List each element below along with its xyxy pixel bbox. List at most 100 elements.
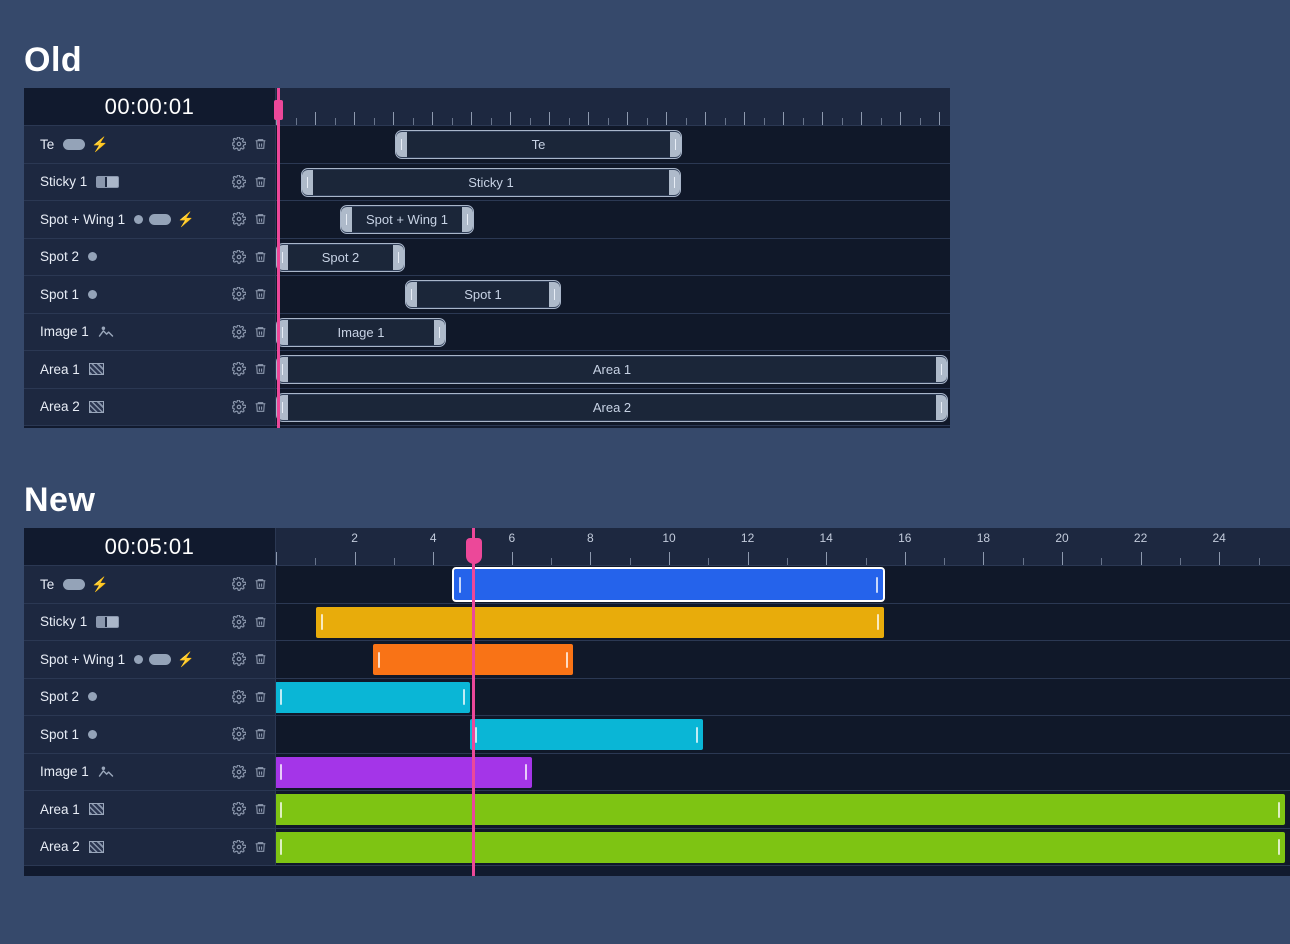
timeline-clip[interactable]: Spot 1 [405, 280, 561, 309]
gear-icon[interactable] [232, 839, 246, 854]
track-lane[interactable] [276, 603, 1290, 640]
track-lane[interactable] [276, 641, 1290, 678]
timeline-clip[interactable]: Sticky 1 [301, 167, 681, 197]
clip-handle-left[interactable] [277, 394, 288, 420]
trash-icon[interactable] [254, 175, 267, 189]
clip-handle-left[interactable] [376, 647, 382, 672]
track-label-area-2[interactable]: Area 2 [24, 388, 276, 425]
track-lane[interactable] [276, 828, 1290, 865]
gear-icon[interactable] [232, 802, 246, 817]
trash-icon[interactable] [254, 287, 267, 301]
track-lane[interactable]: Spot 2 [276, 238, 950, 275]
trash-icon[interactable] [254, 325, 267, 339]
clip-handle-left[interactable] [473, 722, 479, 747]
gear-icon[interactable] [232, 362, 246, 377]
trash-icon[interactable] [254, 727, 267, 741]
timeline-clip[interactable]: Area 2 [276, 392, 948, 422]
timeline-clip[interactable]: Area 1 [276, 355, 948, 384]
trash-icon[interactable] [254, 362, 267, 376]
gear-icon[interactable] [232, 689, 246, 704]
clip-handle-left[interactable] [341, 207, 352, 232]
clip-handle-right[interactable] [1276, 835, 1282, 860]
timeline-clip[interactable] [276, 756, 532, 788]
clip-handle-left[interactable] [457, 572, 463, 597]
clip-handle-right[interactable] [694, 722, 700, 747]
track-lane[interactable] [276, 753, 1290, 790]
trash-icon[interactable] [254, 652, 267, 666]
timeline-ruler-new[interactable]: 2 4 6 8 10 12 14 16 18 20 22 24 [276, 528, 1290, 565]
clip-handle-right[interactable] [393, 244, 404, 270]
gear-icon[interactable] [232, 287, 246, 302]
track-label-spot-2[interactable]: Spot 2 [24, 678, 276, 715]
timeline-clip[interactable]: Spot + Wing 1 [340, 205, 474, 234]
clip-handle-right[interactable] [936, 394, 947, 420]
clip-handle-right[interactable] [669, 169, 680, 195]
track-label-spot-1[interactable]: Spot 1 [24, 276, 276, 313]
gear-icon[interactable] [232, 174, 246, 189]
timeline-clip[interactable]: Te [395, 130, 682, 159]
clip-handle-right[interactable] [1276, 797, 1282, 822]
track-lane[interactable]: Image 1 [276, 313, 950, 350]
trash-icon[interactable] [254, 765, 267, 779]
trash-icon[interactable] [254, 137, 267, 151]
clip-handle-right[interactable] [461, 685, 467, 710]
track-lane[interactable]: Te [276, 126, 950, 163]
clip-handle-left[interactable] [277, 244, 288, 270]
track-label-image-1[interactable]: Image 1 [24, 313, 276, 350]
clip-handle-right[interactable] [434, 319, 445, 345]
timeline-clip[interactable]: Spot 2 [276, 242, 405, 272]
track-label-area-1[interactable]: Area 1 [24, 351, 276, 388]
gear-icon[interactable] [232, 577, 246, 592]
playhead-knob-old[interactable] [274, 100, 283, 120]
track-label-area-1[interactable]: Area 1 [24, 791, 276, 828]
gear-icon[interactable] [232, 764, 246, 779]
clip-handle-right[interactable] [549, 282, 560, 307]
clip-handle-right[interactable] [874, 572, 880, 597]
track-label-image-1[interactable]: Image 1 [24, 753, 276, 790]
clip-handle-right[interactable] [670, 132, 681, 157]
clip-handle-right[interactable] [936, 357, 947, 382]
clip-handle-left[interactable] [406, 282, 417, 307]
gear-icon[interactable] [232, 212, 246, 227]
track-lane[interactable]: Area 1 [276, 351, 950, 388]
track-lane[interactable]: Spot 1 [276, 276, 950, 313]
timeline-clip[interactable] [276, 794, 1285, 825]
timeline-clip[interactable] [452, 567, 885, 602]
timeline-clip[interactable] [276, 831, 1285, 863]
trash-icon[interactable] [254, 615, 267, 629]
clip-handle-right[interactable] [523, 760, 529, 785]
trash-icon[interactable] [254, 400, 267, 414]
track-label-te[interactable]: Te ⚡ [24, 566, 276, 603]
track-lane[interactable] [276, 716, 1290, 753]
clip-handle-left[interactable] [278, 797, 284, 822]
trash-icon[interactable] [254, 250, 267, 264]
track-label-spot-2[interactable]: Spot 2 [24, 238, 276, 275]
timeline-clip[interactable]: Image 1 [276, 317, 446, 347]
trash-icon[interactable] [254, 212, 267, 226]
timeline-clip[interactable] [276, 681, 470, 713]
gear-icon[interactable] [232, 324, 246, 339]
clip-handle-left[interactable] [278, 685, 284, 710]
track-lane[interactable]: Sticky 1 [276, 163, 950, 200]
trash-icon[interactable] [254, 690, 267, 704]
track-label-spot-wing-1[interactable]: Spot + Wing 1 ⚡ [24, 641, 276, 678]
timeline-clip[interactable] [470, 719, 703, 750]
clip-handle-left[interactable] [319, 610, 325, 635]
trash-icon[interactable] [254, 840, 267, 854]
clip-handle-left[interactable] [277, 357, 288, 382]
gear-icon[interactable] [232, 399, 246, 414]
track-lane[interactable] [276, 566, 1290, 603]
gear-icon[interactable] [232, 652, 246, 667]
track-lane[interactable]: Spot + Wing 1 [276, 201, 950, 238]
gear-icon[interactable] [232, 137, 246, 152]
clip-handle-left[interactable] [278, 835, 284, 860]
clip-handle-left[interactable] [396, 132, 407, 157]
clip-handle-left[interactable] [278, 760, 284, 785]
clip-handle-right[interactable] [564, 647, 570, 672]
track-lane[interactable] [276, 678, 1290, 715]
track-label-spot-1[interactable]: Spot 1 [24, 716, 276, 753]
trash-icon[interactable] [254, 802, 267, 816]
timeline-clip[interactable] [316, 606, 884, 638]
track-label-sticky-1[interactable]: Sticky 1 [24, 163, 276, 200]
clip-handle-right[interactable] [462, 207, 473, 232]
